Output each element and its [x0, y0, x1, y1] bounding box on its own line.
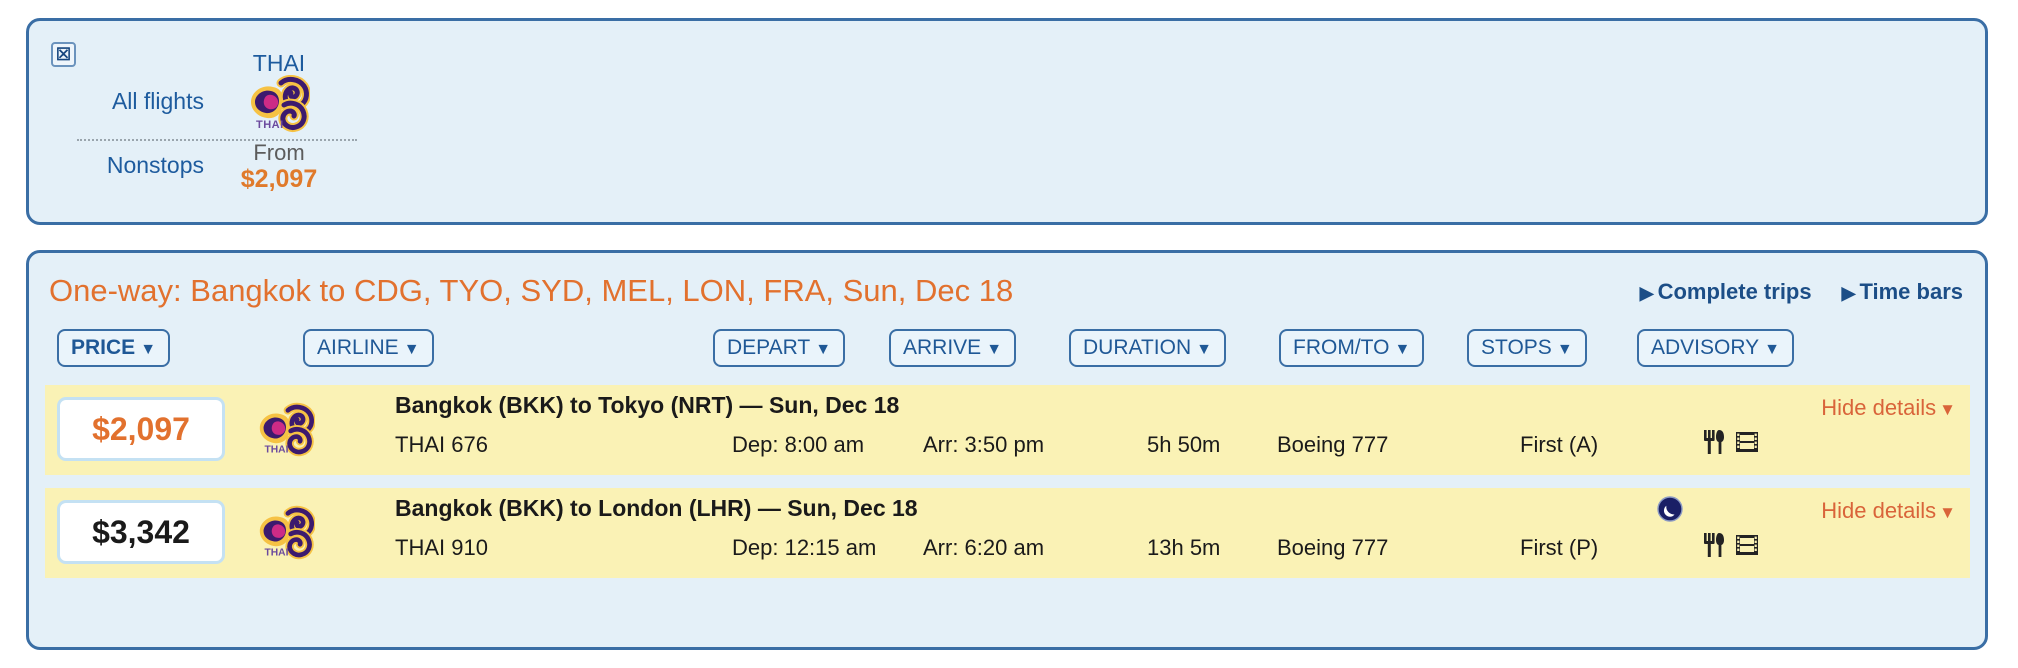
route-title: Bangkok (BKK) to London (LHR) — Sun, Dec…	[395, 495, 918, 521]
svg-text:THAI: THAI	[256, 119, 284, 131]
airline-price-matrix-panel: ☒ THAI All flights THAI Nonstops From $2…	[26, 18, 1988, 225]
chevron-down-icon: ▼	[986, 341, 1003, 358]
sort-label: STOPS	[1481, 336, 1552, 359]
sort-label: DEPART	[727, 336, 811, 359]
matrix-row-all-flights[interactable]: All flights	[84, 88, 204, 115]
thai-airways-logo-icon: THAI	[251, 75, 310, 132]
table-row[interactable]: $2,097 THAI Bangkok (BKK) to Tokyo (NRT)…	[45, 385, 1970, 475]
sort-button-arrive[interactable]: ARRIVE ▼	[889, 329, 1017, 367]
chevron-down-icon: ▼	[403, 341, 420, 358]
table-row[interactable]: $3,342 THAI Bangkok (BKK) to London (LHR…	[45, 488, 1970, 578]
amenity-icons	[1703, 532, 1759, 558]
route-title: Bangkok (BKK) to Tokyo (NRT) — Sun, Dec …	[395, 392, 900, 418]
aircraft-type: Boeing 777	[1277, 535, 1389, 560]
chevron-down-icon: ▼	[1394, 341, 1411, 358]
complete-trips-link[interactable]: ▶ Complete trips	[1640, 279, 1812, 305]
sort-label: FROM/TO	[1293, 336, 1390, 359]
sort-button-from-to[interactable]: FROM/TO ▼	[1279, 329, 1425, 367]
sort-button-price[interactable]: PRICE ▼	[57, 329, 171, 367]
aircraft-type: Boeing 777	[1277, 432, 1389, 457]
matrix-nonstop-price[interactable]: $2,097	[219, 165, 339, 194]
entertainment-icon	[1736, 432, 1758, 452]
matrix-row-nonstops[interactable]: Nonstops	[77, 152, 204, 179]
chevron-down-icon: ▼	[1556, 341, 1573, 358]
close-icon[interactable]: ☒	[51, 42, 76, 67]
entertainment-icon	[1736, 535, 1758, 555]
chevron-down-icon: ▼	[1939, 503, 1956, 522]
duration: 13h 5m	[1147, 535, 1221, 560]
meal-icon	[1704, 533, 1724, 557]
caret-right-icon: ▶	[1841, 283, 1856, 303]
hide-details-link[interactable]: Hide details ▼	[1821, 498, 1956, 524]
time-bars-link[interactable]: ▶ Time bars	[1842, 279, 1963, 305]
hide-details-label: Hide details	[1821, 395, 1937, 420]
duration: 5h 50m	[1147, 432, 1221, 457]
sort-button-advisory[interactable]: ADVISORY ▼	[1637, 329, 1794, 367]
hide-details-label: Hide details	[1821, 498, 1937, 523]
sort-label: DURATION	[1083, 336, 1192, 359]
caret-right-icon: ▶	[1639, 283, 1654, 303]
sort-button-duration[interactable]: DURATION ▼	[1069, 329, 1226, 367]
sort-label: PRICE	[71, 336, 136, 359]
matrix-airline-logo-cell[interactable]: THAI	[219, 73, 339, 135]
chevron-down-icon: ▼	[1939, 400, 1956, 419]
chevron-down-icon: ▼	[1764, 341, 1780, 358]
arrive-time: Arr: 6:20 am	[923, 535, 1045, 560]
hide-details-link[interactable]: Hide details ▼	[1821, 395, 1956, 421]
results-title: One-way: Bangkok to CDG, TYO, SYD, MEL, …	[49, 273, 1014, 308]
sort-label: ADVISORY	[1651, 336, 1760, 359]
sort-button-stops[interactable]: STOPS ▼	[1467, 329, 1587, 367]
sort-button-airline[interactable]: AIRLINE ▼	[303, 329, 434, 367]
flight-search-results-page: ☒ THAI All flights THAI Nonstops From $2…	[0, 0, 2018, 668]
meal-icon	[1704, 430, 1724, 454]
chevron-down-icon: ▼	[1196, 341, 1212, 358]
chevron-down-icon: ▼	[140, 341, 157, 358]
sort-label: AIRLINE	[317, 336, 399, 359]
matrix-from-label: From	[253, 140, 305, 165]
flight-number: THAI 910	[395, 535, 488, 560]
chevron-down-icon: ▼	[815, 341, 832, 358]
arrive-time: Arr: 3:50 pm	[923, 432, 1045, 457]
depart-time: Dep: 12:15 am	[732, 535, 877, 560]
header-links: ▶ Complete trips ▶ Time bars	[1640, 279, 1963, 305]
sort-button-depart[interactable]: DEPART ▼	[713, 329, 846, 367]
sort-button-row: PRICE ▼ AIRLINE ▼ DEPART ▼ ARRIVE ▼ DURATION…	[29, 329, 1985, 371]
cabin-class: First (P)	[1520, 535, 1599, 560]
sort-label: ARRIVE	[903, 336, 982, 359]
results-panel: One-way: Bangkok to CDG, TYO, SYD, MEL, …	[26, 250, 1988, 650]
complete-trips-label: Complete trips	[1657, 279, 1812, 304]
time-bars-label: Time bars	[1859, 279, 1963, 304]
flight-detail-line: THAI 910 Dep: 12:15 am Arr: 6:20 am 13h …	[45, 535, 1970, 567]
depart-time: Dep: 8:00 am	[732, 432, 865, 457]
flight-detail-line: THAI 676 Dep: 8:00 am Arr: 3:50 pm 5h 50…	[45, 432, 1970, 464]
amenity-icons	[1703, 429, 1759, 455]
overnight-moon-icon	[1657, 496, 1683, 522]
flight-number: THAI 676	[395, 432, 488, 457]
cabin-class: First (A)	[1520, 432, 1599, 457]
